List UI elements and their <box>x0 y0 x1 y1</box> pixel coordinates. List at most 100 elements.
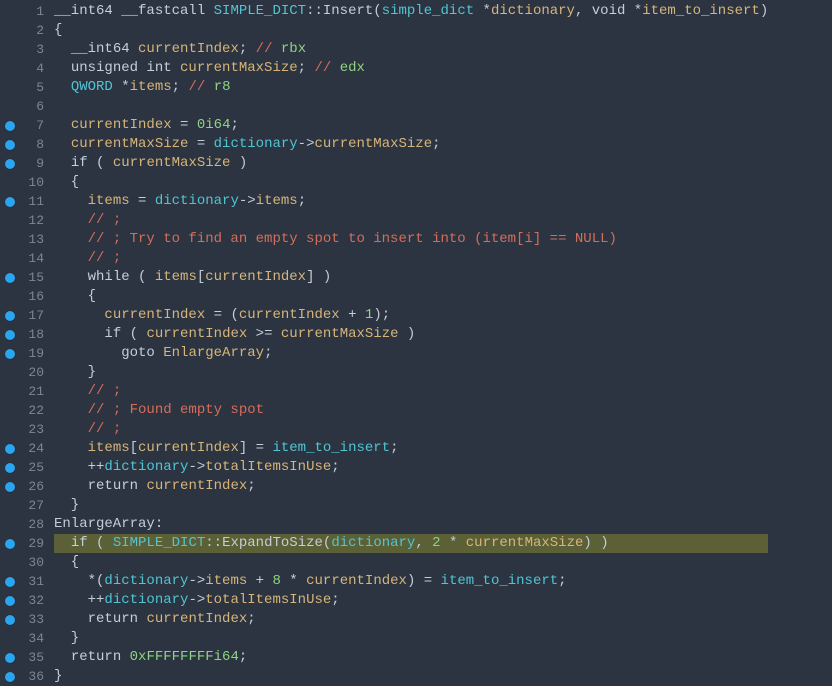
breakpoint-icon[interactable] <box>5 463 15 473</box>
breakpoint-icon[interactable] <box>5 330 15 340</box>
code-line[interactable]: *(dictionary->items + 8 * currentIndex) … <box>54 572 768 591</box>
code-line[interactable]: __int64 currentIndex; // rbx <box>54 40 768 59</box>
breakpoint-icon[interactable] <box>5 596 15 606</box>
code-line[interactable]: return currentIndex; <box>54 477 768 496</box>
breakpoint-icon[interactable] <box>5 672 15 682</box>
code-line[interactable]: return 0xFFFFFFFFi64; <box>54 648 768 667</box>
breakpoint-icon[interactable] <box>5 311 15 321</box>
breakpoint-slot[interactable] <box>0 539 20 549</box>
breakpoint-slot[interactable] <box>0 482 20 492</box>
code-line[interactable]: items = dictionary->items; <box>54 192 768 211</box>
gutter-row[interactable]: 14 <box>0 249 50 268</box>
code-area[interactable]: __int64 __fastcall SIMPLE_DICT::Insert(s… <box>50 0 768 686</box>
code-line[interactable]: // ; <box>54 382 768 401</box>
breakpoint-slot[interactable] <box>0 444 20 454</box>
gutter-row[interactable]: 31 <box>0 572 50 591</box>
code-line[interactable]: { <box>54 173 768 192</box>
breakpoint-icon[interactable] <box>5 539 15 549</box>
code-line[interactable]: QWORD *items; // r8 <box>54 78 768 97</box>
code-line[interactable]: // ; Try to find an empty spot to insert… <box>54 230 768 249</box>
gutter-row[interactable]: 32 <box>0 591 50 610</box>
gutter-row[interactable]: 26 <box>0 477 50 496</box>
breakpoint-icon[interactable] <box>5 197 15 207</box>
gutter-row[interactable]: 28 <box>0 515 50 534</box>
gutter-row[interactable]: 8 <box>0 135 50 154</box>
gutter-row[interactable]: 10 <box>0 173 50 192</box>
breakpoint-icon[interactable] <box>5 140 15 150</box>
gutter-row[interactable]: 36 <box>0 667 50 686</box>
gutter-row[interactable]: 23 <box>0 420 50 439</box>
gutter-row[interactable]: 7 <box>0 116 50 135</box>
code-line[interactable] <box>54 97 768 116</box>
breakpoint-icon[interactable] <box>5 273 15 283</box>
breakpoint-icon[interactable] <box>5 444 15 454</box>
gutter-row[interactable]: 4 <box>0 59 50 78</box>
code-line[interactable]: __int64 __fastcall SIMPLE_DICT::Insert(s… <box>54 2 768 21</box>
breakpoint-icon[interactable] <box>5 615 15 625</box>
gutter-row[interactable]: 12 <box>0 211 50 230</box>
code-line[interactable]: } <box>54 363 768 382</box>
gutter-row[interactable]: 19 <box>0 344 50 363</box>
code-line[interactable]: { <box>54 553 768 572</box>
breakpoint-slot[interactable] <box>0 672 20 682</box>
code-line[interactable]: } <box>54 667 768 686</box>
breakpoint-icon[interactable] <box>5 577 15 587</box>
gutter-row[interactable]: 9 <box>0 154 50 173</box>
breakpoint-slot[interactable] <box>0 197 20 207</box>
gutter-row[interactable]: 34 <box>0 629 50 648</box>
breakpoint-icon[interactable] <box>5 482 15 492</box>
code-line[interactable]: currentIndex = (currentIndex + 1); <box>54 306 768 325</box>
code-line[interactable]: goto EnlargeArray; <box>54 344 768 363</box>
code-line[interactable]: if ( currentIndex >= currentMaxSize ) <box>54 325 768 344</box>
code-line[interactable]: // ; <box>54 211 768 230</box>
gutter-row[interactable]: 24 <box>0 439 50 458</box>
breakpoint-icon[interactable] <box>5 653 15 663</box>
code-line[interactable]: { <box>54 287 768 306</box>
gutter-row[interactable]: 33 <box>0 610 50 629</box>
breakpoint-icon[interactable] <box>5 159 15 169</box>
breakpoint-slot[interactable] <box>0 121 20 131</box>
code-line[interactable]: ++dictionary->totalItemsInUse; <box>54 458 768 477</box>
gutter-row[interactable]: 16 <box>0 287 50 306</box>
breakpoint-slot[interactable] <box>0 140 20 150</box>
code-line[interactable]: ++dictionary->totalItemsInUse; <box>54 591 768 610</box>
gutter-row[interactable]: 2 <box>0 21 50 40</box>
gutter-row[interactable]: 35 <box>0 648 50 667</box>
code-line[interactable]: } <box>54 496 768 515</box>
code-line[interactable]: items[currentIndex] = item_to_insert; <box>54 439 768 458</box>
breakpoint-icon[interactable] <box>5 121 15 131</box>
breakpoint-slot[interactable] <box>0 349 20 359</box>
gutter-row[interactable]: 30 <box>0 553 50 572</box>
gutter-row[interactable]: 13 <box>0 230 50 249</box>
code-line[interactable]: EnlargeArray: <box>54 515 768 534</box>
gutter-row[interactable]: 25 <box>0 458 50 477</box>
gutter-row[interactable]: 5 <box>0 78 50 97</box>
code-line[interactable]: } <box>54 629 768 648</box>
gutter-row[interactable]: 20 <box>0 363 50 382</box>
gutter-row[interactable]: 29 <box>0 534 50 553</box>
breakpoint-slot[interactable] <box>0 463 20 473</box>
gutter-row[interactable]: 3 <box>0 40 50 59</box>
breakpoint-slot[interactable] <box>0 577 20 587</box>
breakpoint-slot[interactable] <box>0 311 20 321</box>
code-line[interactable]: // ; <box>54 420 768 439</box>
code-line[interactable]: // ; Found empty spot <box>54 401 768 420</box>
code-line[interactable]: currentMaxSize = dictionary->currentMaxS… <box>54 135 768 154</box>
gutter-row[interactable]: 18 <box>0 325 50 344</box>
code-line[interactable]: if ( currentMaxSize ) <box>54 154 768 173</box>
gutter-row[interactable]: 27 <box>0 496 50 515</box>
breakpoint-slot[interactable] <box>0 653 20 663</box>
breakpoint-icon[interactable] <box>5 349 15 359</box>
gutter-row[interactable]: 6 <box>0 97 50 116</box>
breakpoint-slot[interactable] <box>0 330 20 340</box>
code-line[interactable]: currentIndex = 0i64; <box>54 116 768 135</box>
gutter-row[interactable]: 15 <box>0 268 50 287</box>
breakpoint-slot[interactable] <box>0 159 20 169</box>
gutter-row[interactable]: 17 <box>0 306 50 325</box>
breakpoint-slot[interactable] <box>0 273 20 283</box>
code-line[interactable]: unsigned int currentMaxSize; // edx <box>54 59 768 78</box>
code-line[interactable]: { <box>54 21 768 40</box>
breakpoint-slot[interactable] <box>0 615 20 625</box>
code-line[interactable]: if ( SIMPLE_DICT::ExpandToSize(dictionar… <box>54 534 768 553</box>
code-line[interactable]: // ; <box>54 249 768 268</box>
